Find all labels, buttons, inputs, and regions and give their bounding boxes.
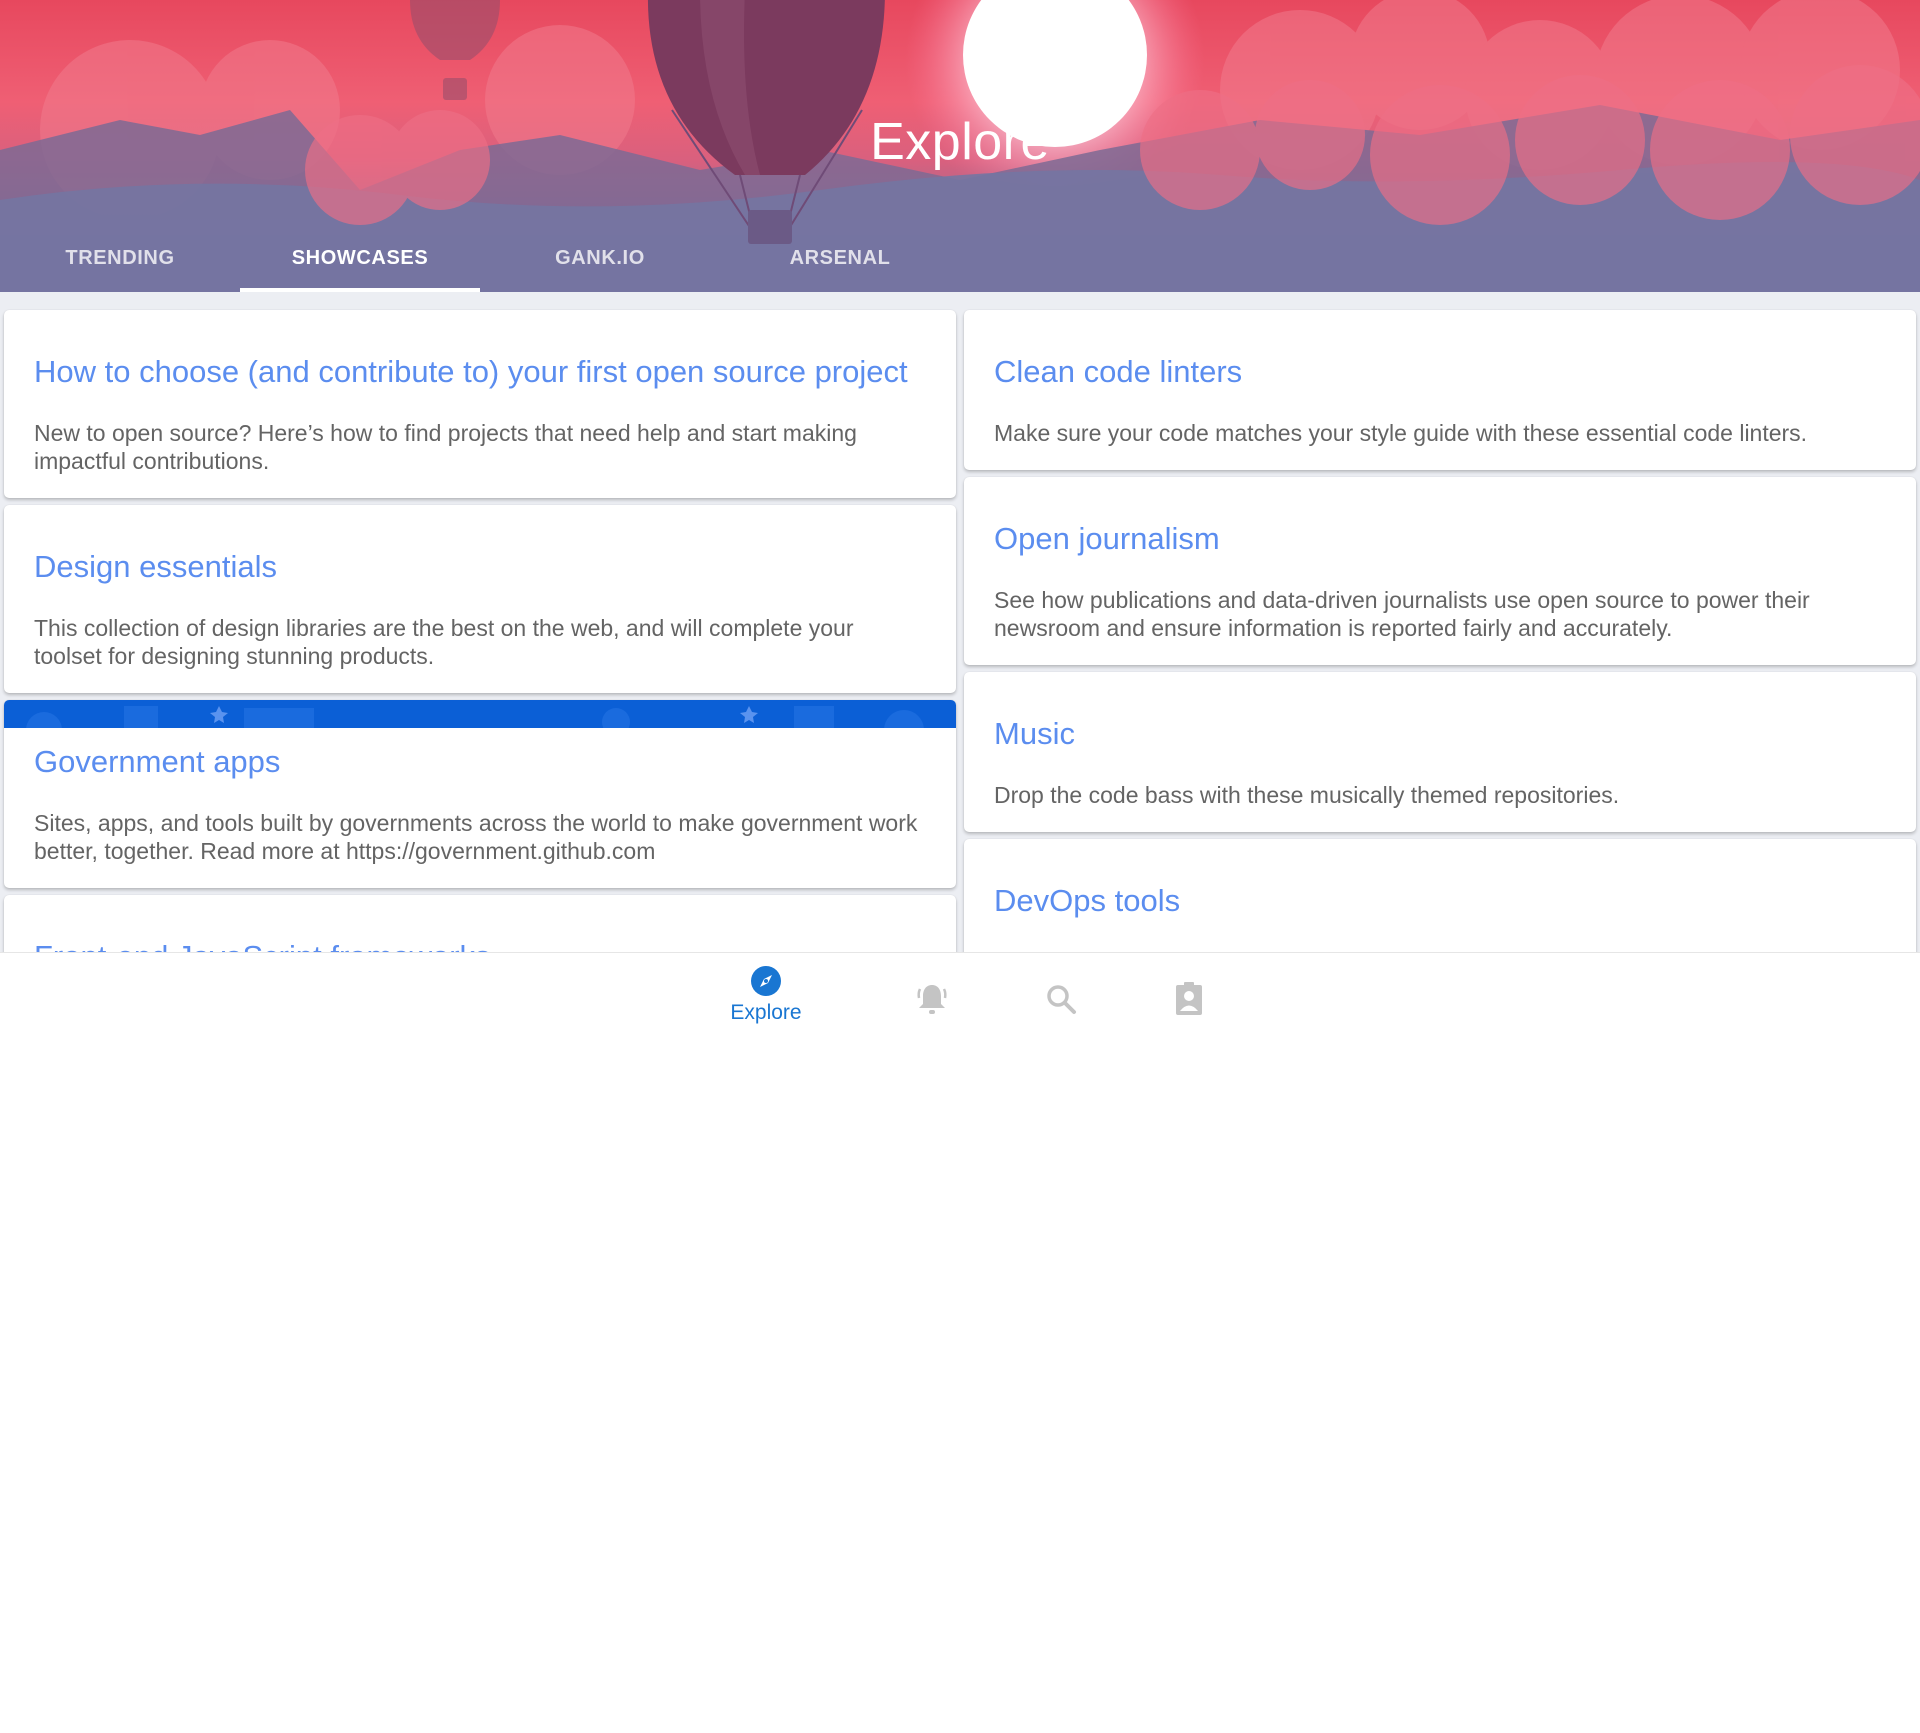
nav-label: Explore [730,1001,802,1024]
search-icon [1047,985,1076,1014]
showcase-title: Design essentials [34,549,277,584]
showcase-card[interactable]: How to choose (and contribute to) your f… [4,310,956,498]
showcase-title: How to choose (and contribute to) your f… [34,354,908,389]
showcase-card[interactable]: Music Drop the code bass with these musi… [964,672,1916,832]
small-balloon [410,0,500,100]
compass-icon [751,966,781,996]
page-title: Explore [870,113,1050,171]
showcase-description: This collection of design libraries are … [34,615,854,669]
showcase-description: Make sure your code matches your style g… [994,420,1808,446]
showcases-list[interactable]: How to choose (and contribute to) your f… [0,292,1920,952]
showcase-card[interactable]: Clean code linters Make sure your code m… [964,310,1916,470]
showcase-title: Music [994,716,1075,751]
showcase-card[interactable]: Front-end JavaScript frameworks [4,895,956,952]
profile-badge-icon [1176,982,1202,1015]
showcase-title: Open journalism [994,521,1220,556]
tab-trending[interactable]: TRENDING [0,232,240,292]
nav-profile[interactable] [1129,953,1249,1053]
showcase-card[interactable]: Design essentials This collection of des… [4,505,956,693]
tab-bar: TRENDING SHOWCASES GANK.IO ARSENAL [0,232,960,292]
tab-showcases[interactable]: SHOWCASES [240,232,480,292]
showcase-card[interactable]: Open journalism See how publications and… [964,477,1916,665]
showcase-description: See how publications and data-driven jou… [994,587,1810,641]
nav-explore[interactable]: Explore [706,953,826,1053]
notifications-icon [917,985,947,1014]
nav-search[interactable] [1001,953,1121,1053]
tab-gank-io[interactable]: GANK.IO [480,232,720,292]
showcase-banner-image [4,700,956,728]
explore-header: Explore TRENDING SHOWCASES GANK.IO ARSEN… [0,0,1920,292]
showcase-card[interactable]: DevOps tools [964,839,1916,952]
showcase-title: Government apps [34,744,281,779]
showcase-title: Front-end JavaScript frameworks [34,938,926,952]
showcase-description: Sites, apps, and tools built by governme… [34,810,918,864]
showcase-title: DevOps tools [994,883,1181,918]
showcase-description: New to open source? Here’s how to find p… [34,420,857,474]
showcase-title: Clean code linters [994,354,1243,389]
tab-arsenal[interactable]: ARSENAL [720,232,960,292]
bottom-navigation: Explore [0,952,1920,1053]
showcase-card[interactable]: Government apps Sites, apps, and tools b… [4,700,956,888]
showcase-description: Drop the code bass with these musically … [994,782,1620,808]
nav-notifications[interactable] [872,953,992,1053]
